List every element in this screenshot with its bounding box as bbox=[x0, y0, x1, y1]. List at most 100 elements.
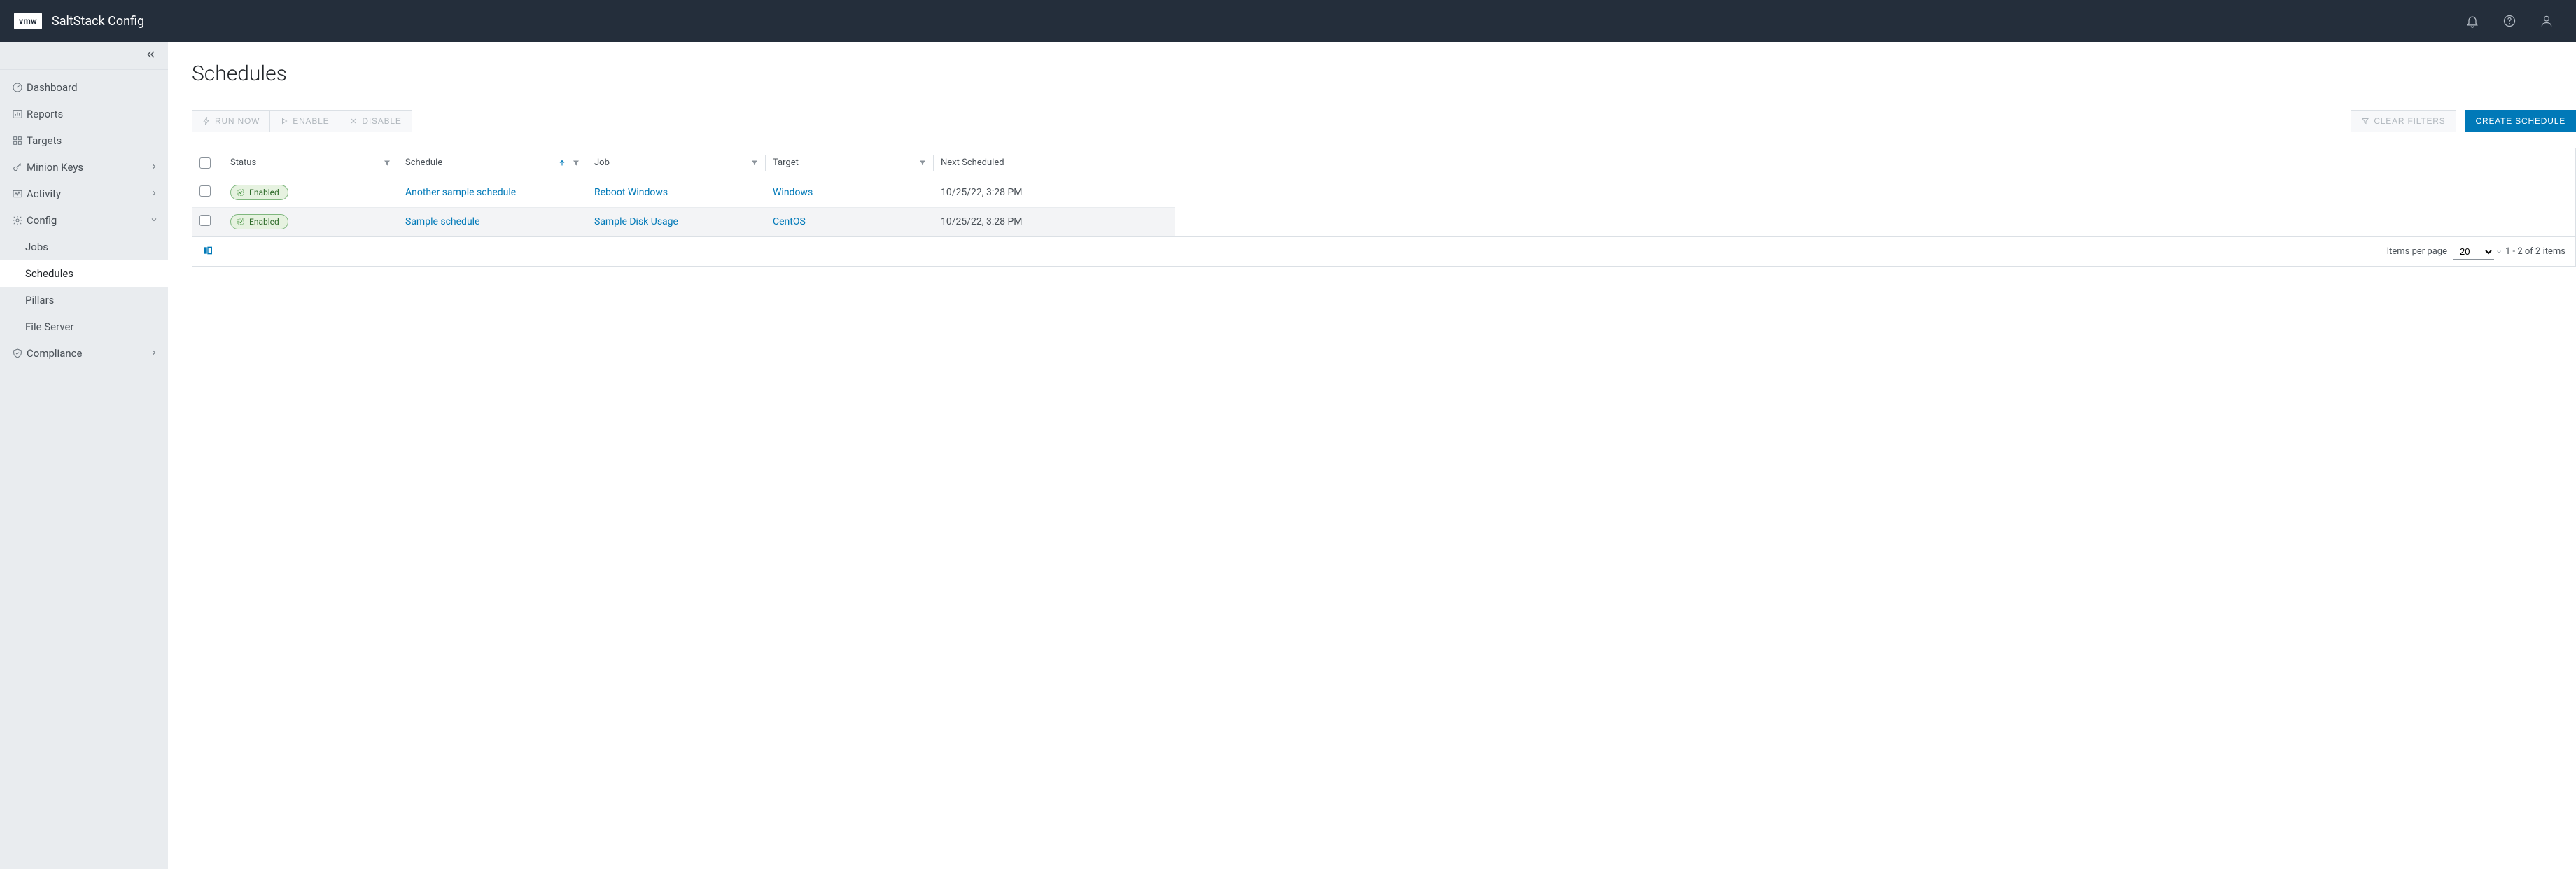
user-icon bbox=[2540, 14, 2554, 28]
sidebar-sub-file-server[interactable]: File Server bbox=[0, 313, 168, 340]
bolt-icon bbox=[202, 117, 211, 125]
filter-icon[interactable] bbox=[750, 159, 759, 167]
button-label: Create Schedule bbox=[2476, 116, 2566, 126]
column-label: Next Scheduled bbox=[941, 157, 1004, 168]
next-scheduled: 10/25/22, 3:28 PM bbox=[941, 187, 1023, 198]
page-title: Schedules bbox=[192, 62, 2576, 86]
run-now-button[interactable]: Run Now bbox=[192, 110, 270, 132]
target-link[interactable]: Windows bbox=[773, 187, 813, 198]
schedule-link[interactable]: Sample schedule bbox=[405, 216, 480, 227]
sidebar-item-label: Schedules bbox=[25, 267, 74, 280]
target-link[interactable]: CentOS bbox=[773, 216, 806, 227]
gauge-icon bbox=[10, 82, 25, 93]
column-header-status[interactable]: Status bbox=[223, 148, 398, 178]
button-label: Disable bbox=[362, 116, 401, 126]
product-name: SaltStack Config bbox=[52, 14, 144, 29]
sidebar-item-dashboard[interactable]: Dashboard bbox=[0, 74, 168, 101]
column-header-target[interactable]: Target bbox=[766, 148, 934, 178]
schedules-table: Status Schedule Job Target Next Schedule… bbox=[192, 148, 2576, 267]
sidebar-item-reports[interactable]: Reports bbox=[0, 101, 168, 127]
collapse-sidebar-button[interactable] bbox=[146, 49, 157, 63]
toolbar: Run Now Enable Disable Clear Filters Cre… bbox=[192, 110, 2576, 132]
enable-button[interactable]: Enable bbox=[270, 110, 340, 132]
bar-chart-icon bbox=[10, 108, 25, 120]
notifications-button[interactable] bbox=[2457, 0, 2488, 42]
sidebar-sub-jobs[interactable]: Jobs bbox=[0, 234, 168, 260]
job-link[interactable]: Sample Disk Usage bbox=[594, 216, 678, 227]
column-label: Job bbox=[594, 157, 610, 168]
grid-icon bbox=[10, 135, 25, 146]
sidebar-item-label: Dashboard bbox=[27, 81, 158, 94]
filter-icon bbox=[2361, 117, 2370, 125]
status-badge: Enabled bbox=[230, 214, 288, 229]
sidebar: Dashboard Reports Targets Minion Keys Ac… bbox=[0, 42, 168, 869]
items-per-page-label: Items per page bbox=[2387, 246, 2447, 257]
row-checkbox[interactable] bbox=[200, 215, 211, 226]
sidebar-item-label: Minion Keys bbox=[27, 161, 150, 174]
column-header-schedule[interactable]: Schedule bbox=[398, 148, 587, 178]
sidebar-item-config[interactable]: Config bbox=[0, 207, 168, 234]
sidebar-item-label: Jobs bbox=[25, 241, 48, 253]
filter-icon[interactable] bbox=[918, 159, 927, 167]
topbar: vmw SaltStack Config bbox=[0, 0, 2576, 42]
sidebar-item-label: Pillars bbox=[25, 294, 54, 306]
sidebar-sub-pillars[interactable]: Pillars bbox=[0, 287, 168, 313]
table-footer: Items per page 20 1 - 2 of 2 items bbox=[192, 236, 2575, 266]
gear-icon bbox=[10, 215, 25, 226]
sidebar-item-label: File Server bbox=[25, 320, 74, 333]
chevron-right-icon bbox=[150, 347, 158, 360]
chevron-right-icon bbox=[150, 188, 158, 200]
check-square-icon bbox=[237, 218, 245, 226]
items-per-page-select[interactable]: 20 bbox=[2453, 244, 2494, 260]
sort-ascending-icon[interactable] bbox=[558, 159, 566, 167]
filter-icon[interactable] bbox=[572, 159, 580, 167]
create-schedule-button[interactable]: Create Schedule bbox=[2465, 110, 2576, 132]
column-header-next[interactable]: Next Scheduled bbox=[934, 148, 1175, 178]
logo: vmw bbox=[14, 13, 42, 29]
activity-icon bbox=[10, 188, 25, 199]
next-scheduled: 10/25/22, 3:28 PM bbox=[941, 216, 1023, 227]
status-badge: Enabled bbox=[230, 185, 288, 200]
chevron-right-icon bbox=[150, 161, 158, 174]
sidebar-sub-schedules[interactable]: Schedules bbox=[0, 260, 168, 287]
sidebar-item-minion-keys[interactable]: Minion Keys bbox=[0, 154, 168, 181]
button-label: Run Now bbox=[215, 116, 260, 126]
table-row[interactable]: Enabled Another sample schedule Reboot W… bbox=[192, 178, 1175, 207]
help-icon bbox=[2502, 14, 2516, 28]
job-link[interactable]: Reboot Windows bbox=[594, 187, 668, 198]
sidebar-item-label: Compliance bbox=[27, 347, 150, 360]
play-icon bbox=[280, 117, 288, 125]
disable-button[interactable]: Disable bbox=[339, 110, 412, 132]
status-label: Enabled bbox=[249, 217, 279, 227]
check-square-icon bbox=[237, 188, 245, 197]
bell-icon bbox=[2465, 14, 2479, 28]
sidebar-collapse-row bbox=[0, 42, 168, 70]
close-icon bbox=[349, 117, 358, 125]
column-label: Target bbox=[773, 157, 799, 168]
shield-icon bbox=[10, 348, 25, 359]
sidebar-item-label: Targets bbox=[27, 134, 158, 147]
sidebar-item-label: Reports bbox=[27, 108, 158, 120]
pagination-range: 1 - 2 of 2 items bbox=[2505, 246, 2566, 257]
select-all-checkbox[interactable] bbox=[200, 157, 211, 169]
row-checkbox[interactable] bbox=[200, 185, 211, 197]
filter-icon[interactable] bbox=[383, 159, 391, 167]
column-settings-button[interactable] bbox=[202, 245, 214, 259]
button-label: Enable bbox=[293, 116, 329, 126]
columns-icon bbox=[202, 245, 214, 256]
sidebar-item-targets[interactable]: Targets bbox=[0, 127, 168, 154]
main-content: Schedules Run Now Enable Disable bbox=[168, 42, 2576, 869]
sidebar-item-activity[interactable]: Activity bbox=[0, 181, 168, 207]
column-header-job[interactable]: Job bbox=[587, 148, 766, 178]
status-label: Enabled bbox=[249, 188, 279, 197]
chevron-down-icon bbox=[2496, 248, 2502, 255]
sidebar-item-label: Activity bbox=[27, 188, 150, 200]
schedule-link[interactable]: Another sample schedule bbox=[405, 187, 516, 198]
sidebar-item-compliance[interactable]: Compliance bbox=[0, 340, 168, 367]
column-label: Schedule bbox=[405, 157, 442, 168]
user-button[interactable] bbox=[2531, 0, 2562, 42]
table-row[interactable]: Enabled Sample schedule Sample Disk Usag… bbox=[192, 207, 1175, 236]
help-button[interactable] bbox=[2494, 0, 2525, 42]
column-label: Status bbox=[230, 157, 256, 168]
clear-filters-button[interactable]: Clear Filters bbox=[2351, 110, 2456, 132]
